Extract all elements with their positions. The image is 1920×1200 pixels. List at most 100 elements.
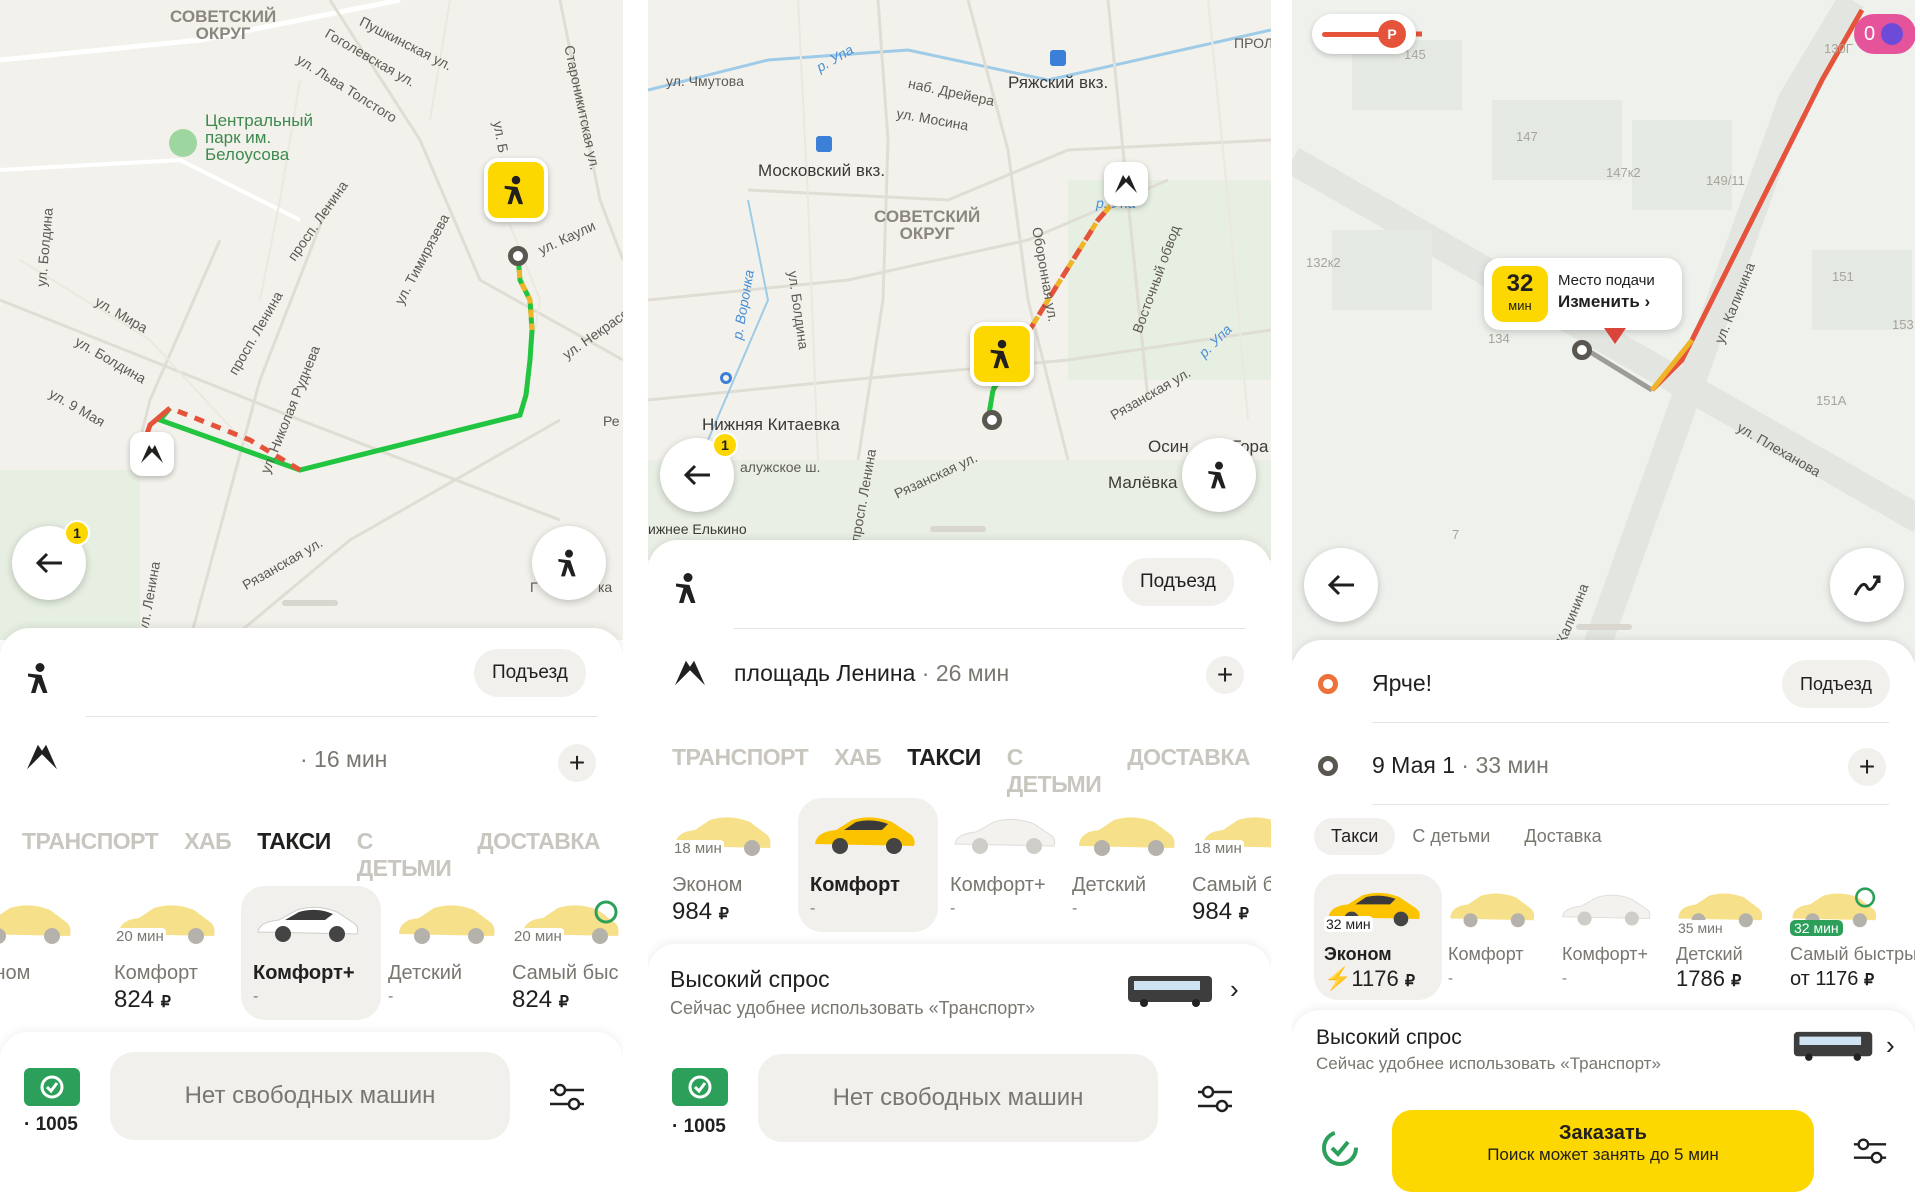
- tariff-card-comfort-plus[interactable]: Комфорт+ -: [942, 798, 1072, 932]
- map-handle[interactable]: [1576, 624, 1632, 630]
- tariff-card-kids[interactable]: Детский -: [384, 886, 514, 1020]
- entrance-button[interactable]: Подъезд: [474, 649, 586, 697]
- tab-delivery[interactable]: Доставка: [1507, 818, 1618, 855]
- destination-field[interactable]: площадь Ленина · 26 мин: [734, 660, 1009, 687]
- tariff-name: Эконом: [0, 962, 31, 984]
- transit-stop-icon: [720, 372, 732, 384]
- tariff-eta: 18 мин: [1192, 840, 1244, 857]
- locate-me-button[interactable]: [1182, 438, 1256, 512]
- tariff-name: Эконом: [1324, 944, 1392, 964]
- tab-taxi[interactable]: ТАКСИ: [907, 744, 981, 798]
- tariff-card-comfort[interactable]: 20 мин Комфорт 824 ₽: [104, 886, 234, 1020]
- parking-icon: P: [1378, 20, 1406, 48]
- no-cars-button[interactable]: Нет свободных машин: [758, 1054, 1158, 1142]
- map-label-station: Московский вкз.: [758, 161, 886, 180]
- add-stop-button[interactable]: +: [558, 744, 596, 782]
- route-button[interactable]: [1830, 548, 1904, 622]
- tab-kids[interactable]: С ДЕТЬМИ: [1007, 744, 1102, 798]
- tab-hub[interactable]: ХАБ: [834, 744, 881, 798]
- tab-delivery[interactable]: ДОСТАВКА: [1127, 744, 1250, 798]
- train-station-icon: [816, 136, 832, 152]
- driver-pin[interactable]: [970, 322, 1034, 386]
- tariff-card-kids[interactable]: Детский -: [1064, 798, 1194, 932]
- map-handle[interactable]: [930, 526, 986, 532]
- high-demand-banner[interactable]: Высокий спрос Сейчас удобнее использоват…: [1292, 1010, 1915, 1200]
- settings-sliders-icon[interactable]: [1196, 1084, 1234, 1114]
- settings-sliders-icon[interactable]: [1852, 1136, 1888, 1166]
- tariff-card-fastest[interactable]: 18 мин Самый б 984 ₽: [1188, 798, 1271, 932]
- locate-me-button[interactable]: [532, 526, 606, 600]
- tariff-card-comfort[interactable]: Комфорт -: [798, 798, 938, 932]
- tab-taxi[interactable]: Такси: [1314, 818, 1396, 855]
- finish-flags-icon: [675, 660, 705, 686]
- car-icon: [815, 817, 915, 854]
- divider: [1372, 804, 1889, 805]
- back-button[interactable]: [1304, 548, 1378, 622]
- entrance-button[interactable]: Подъезд: [1782, 660, 1890, 708]
- order-button[interactable]: Заказать Поиск может занять до 5 мин: [1392, 1110, 1814, 1192]
- route-icon: [1853, 575, 1881, 596]
- map-1[interactable]: СОВЕТСКИЙ ОКРУГ Центральный парк им. Бел…: [0, 0, 623, 640]
- tariff-price: -: [1072, 900, 1078, 917]
- destination-dot-icon: [1318, 756, 1338, 776]
- plus-counter[interactable]: 0: [1854, 14, 1915, 54]
- origin-field[interactable]: Ярче!: [1372, 670, 1432, 697]
- driver-pin[interactable]: [484, 158, 548, 222]
- map-label-building: 132к2: [1306, 255, 1341, 270]
- plus-cashback-icon[interactable]: [1320, 1128, 1360, 1168]
- tab-transport[interactable]: ТРАНСПОРТ: [672, 744, 809, 798]
- cashback-plus-icon[interactable]: [24, 1068, 80, 1106]
- tariff-card-kids[interactable]: 35 мин Детский 1786 ₽: [1672, 874, 1784, 1008]
- tariff-name: Самый б: [1192, 874, 1271, 896]
- tab-taxi[interactable]: ТАКСИ: [257, 828, 331, 882]
- tariff-card-fastest[interactable]: 32 мин Самый быстры от 1176 ₽: [1786, 874, 1915, 1008]
- add-stop-button[interactable]: +: [1206, 656, 1244, 694]
- map-label-park: Центральный парк им. Белоусова: [205, 111, 313, 164]
- origin-dot-icon: [1318, 674, 1338, 694]
- tariff-name: Самый быстры: [1790, 944, 1915, 964]
- parking-toggle[interactable]: P: [1312, 14, 1416, 54]
- tariff-card-econom[interactable]: 18 мин Эконом 984 ₽: [660, 798, 790, 932]
- no-cars-button[interactable]: Нет свободных машин: [110, 1052, 510, 1140]
- arrow-left-icon: [1327, 574, 1354, 596]
- tariff-card-econom[interactable]: Эконом: [0, 886, 90, 1020]
- tariff-card-comfort-plus[interactable]: Комфорт+ -: [1558, 874, 1670, 1008]
- cashback-plus-icon[interactable]: [672, 1068, 728, 1106]
- tab-delivery[interactable]: ДОСТАВКА: [477, 828, 600, 882]
- tariff-card-fastest[interactable]: 20 мин Самый быс 824 ₽: [508, 886, 623, 1020]
- tab-transport[interactable]: ТРАНСПОРТ: [22, 828, 159, 882]
- bus-icon: [1793, 1031, 1873, 1061]
- map-handle[interactable]: [282, 600, 338, 606]
- finish-flags-icon: [27, 744, 57, 770]
- tab-kids[interactable]: С ДЕТЬМИ: [357, 828, 452, 882]
- destination-field[interactable]: 9 Мая 1 · 33 мин: [1372, 752, 1549, 779]
- add-stop-button[interactable]: +: [1848, 748, 1886, 786]
- tariff-card-econom[interactable]: 32 мин Эконом ⚡1176 ₽: [1314, 874, 1442, 1000]
- tariff-eta: 32 мин: [1790, 920, 1843, 936]
- tariff-card-comfort-plus[interactable]: Комфорт+ -: [241, 886, 381, 1020]
- cashback-balance: · 1005: [672, 1116, 726, 1137]
- destination-time[interactable]: · 16 мин: [300, 746, 387, 773]
- tariff-price: -: [1562, 970, 1567, 987]
- finish-pin: [1104, 162, 1148, 206]
- pickup-change-link[interactable]: Изменить ›: [1558, 292, 1650, 312]
- tab-kids[interactable]: С детьми: [1395, 818, 1507, 855]
- pickup-eta-minutes: 32: [1506, 270, 1534, 297]
- tabs-1: ТРАНСПОРТ ХАБ ТАКСИ С ДЕТЬМИ ДОСТАВКА: [22, 828, 623, 882]
- high-demand-banner[interactable]: Высокий спрос Сейчас удобнее использоват…: [648, 944, 1271, 1200]
- tariff-card-comfort[interactable]: Комфорт -: [1444, 874, 1556, 1008]
- tariff-price: от 1176 ₽: [1790, 968, 1875, 990]
- map-label-building: 147: [1516, 129, 1538, 144]
- entrance-button[interactable]: Подъезд: [1122, 558, 1234, 606]
- map-3[interactable]: P 0 145 147 147к2 149/11 130Г 132к2 134 …: [1292, 0, 1915, 660]
- tab-hub[interactable]: ХАБ: [184, 828, 231, 882]
- settings-sliders-icon[interactable]: [548, 1082, 586, 1112]
- tariff-price: ⚡1176 ₽: [1324, 966, 1416, 991]
- tariff-eta: 20 мин: [512, 928, 564, 945]
- tariff-name: Комфорт: [1448, 944, 1524, 964]
- tariff-list-1: Эконом 20 мин Комфорт 824 ₽ Комфорт+ - Д…: [0, 886, 623, 1020]
- map-label-building: 147к2: [1606, 165, 1641, 180]
- map-label-place: Нижняя Китаевка: [702, 415, 840, 434]
- pickup-tooltip[interactable]: 32 мин Место подачи Изменить ›: [1484, 258, 1682, 330]
- map-2[interactable]: СОВЕТСКИЙ ОКРУГ Московский вкз. Ряжский …: [648, 0, 1271, 560]
